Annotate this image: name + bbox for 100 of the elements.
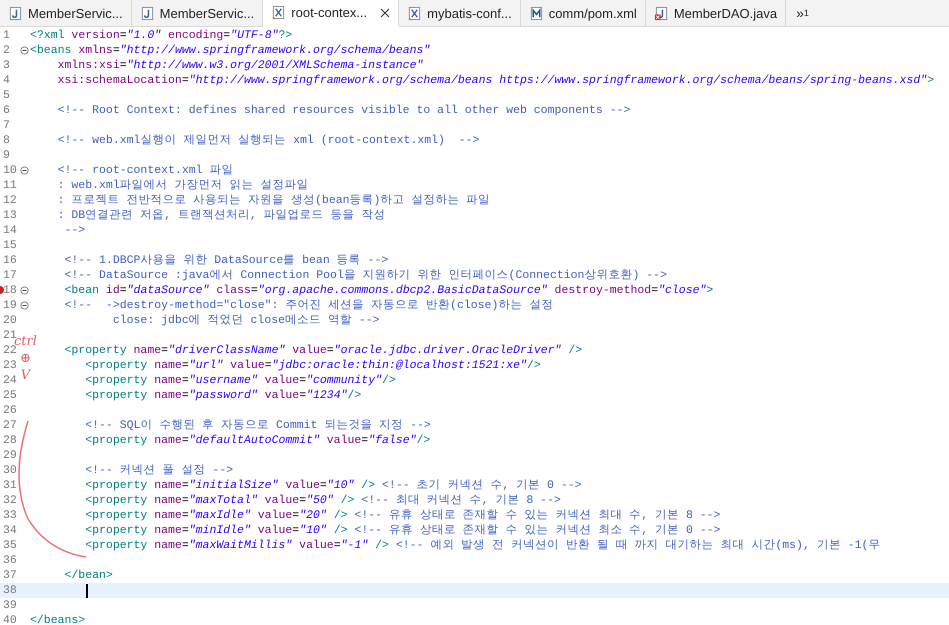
attribute-value: "maxWaitMillis" — [188, 538, 292, 553]
code-text: = — [264, 358, 272, 373]
line-number: 39 — [2, 598, 17, 613]
attribute-name: value — [291, 343, 327, 358]
attribute-value: "10" — [326, 478, 354, 493]
code-text: = — [182, 358, 189, 373]
code-text: = — [120, 283, 127, 298]
tab-label: comm/pom.xml — [548, 6, 637, 20]
code-comment: <!-- root-context.xml 파일 — [56, 163, 234, 178]
xml-tag: <property — [30, 388, 148, 403]
code-text: = — [112, 43, 120, 58]
line-number: 28 — [2, 433, 17, 448]
editor-tab[interactable]: root-contex... — [263, 0, 400, 27]
line-number: 7 — [2, 118, 10, 133]
code-comment: <!-- DataSource :java에서 Connection Pool을 지원하기 위한 인터페이스(Connection상위호환) --> — [64, 268, 667, 283]
tab-label: MemberDAO.java — [674, 6, 778, 20]
code-comment: <!-- 초기 커넥션 수, 기본 0 --> — [381, 478, 582, 493]
code-text: = — [651, 283, 658, 298]
code-comment: <!-- 커넥션 풀 설정 --> — [84, 463, 234, 478]
code-text: = — [299, 373, 306, 388]
line-number: 35 — [2, 538, 17, 553]
attribute-name: value — [264, 388, 300, 403]
xml-tag: /> — [348, 388, 362, 403]
line-number: 13 — [2, 208, 17, 223]
line-number: 36 — [2, 553, 17, 568]
attribute-value: "username" — [188, 373, 258, 388]
code-text: = — [334, 538, 341, 553]
attribute-name: xsi:schemaLocation — [56, 73, 182, 88]
attribute-value: "community" — [306, 373, 382, 388]
code-text: = — [182, 73, 189, 88]
attribute-name: value — [284, 478, 320, 493]
code-comment: <!-- SQL이 수행된 후 자동으로 Commit 되는것을 지정 --> — [84, 418, 431, 433]
code-text: = — [223, 28, 230, 43]
attribute-name: name — [153, 538, 182, 553]
xml-tag: <beans — [30, 43, 72, 58]
editor-tab[interactable]: MemberDAO.java — [646, 0, 786, 26]
code-comment: : web.xml파일에서 가장먼저 읽는 설정파일 — [56, 178, 308, 193]
attribute-value: "1.0" — [126, 28, 162, 43]
attribute-value: "-1" — [340, 538, 368, 553]
xml-tag: <property — [30, 493, 148, 508]
line-number: 38 — [2, 583, 17, 598]
line-number: 30 — [2, 463, 17, 478]
line-number: 17 — [2, 268, 17, 283]
xml-tag: /> — [326, 523, 348, 538]
line-number: 8 — [2, 133, 10, 148]
line-number: 34 — [2, 523, 17, 538]
attribute-name: value — [326, 433, 362, 448]
xml-tag: <property — [30, 373, 148, 388]
code-comment: <!-- web.xml실행이 제일먼저 실행되는 xml (root-context.xml) --> — [56, 133, 480, 148]
line-number: 2 — [2, 43, 10, 58]
editor-tab[interactable]: comm/pom.xml — [520, 0, 646, 26]
attribute-name: name — [153, 433, 182, 448]
attribute-name: xmlns — [77, 43, 113, 58]
xml-tag: <property — [30, 478, 148, 493]
attribute-value: "http://www.w3.org/2001/XMLSchema-instance" — [126, 58, 424, 73]
attribute-value: "UTF-8" — [230, 28, 278, 43]
attribute-value: "initialSize" — [188, 478, 278, 493]
code-comment: --> — [64, 223, 86, 238]
xml-tag: <property — [30, 538, 148, 553]
code-text: = — [182, 538, 189, 553]
code-text: = — [299, 493, 306, 508]
line-number: 23 — [2, 358, 17, 373]
line-number: 4 — [2, 73, 10, 88]
attribute-value: "minIdle" — [188, 523, 251, 538]
attribute-name: value — [229, 358, 265, 373]
code-comment: : 프로젝트 전반적으로 사용되는 자원을 생성(bean등록)하고 설정하는 파일 — [56, 193, 490, 208]
xml-tag: <property — [30, 508, 148, 523]
xml-tag: /> — [354, 478, 376, 493]
editor-tab[interactable]: MemberServic... — [0, 0, 132, 26]
fold-toggle-icon[interactable] — [20, 286, 29, 295]
code-text: = — [292, 523, 300, 538]
attribute-name: value — [298, 538, 334, 553]
xml-tag: ?> — [278, 28, 292, 43]
code-text: = — [326, 343, 334, 358]
attribute-value: "http://www.springframework.org/schema/beans https://www.springframework.org/schema/beans/spring-beans.xsd" — [188, 73, 928, 88]
attribute-name: name — [153, 493, 182, 508]
xml-tag: > — [927, 73, 934, 88]
close-icon[interactable] — [380, 8, 390, 18]
attribute-value: "false" — [368, 433, 417, 448]
attribute-name: name — [132, 343, 162, 358]
attribute-name: value — [256, 523, 292, 538]
attribute-name: name — [153, 373, 182, 388]
xml-tag: /> — [382, 373, 396, 388]
code-text: = — [299, 388, 306, 403]
line-number: 24 — [2, 373, 17, 388]
line-number: 3 — [2, 58, 10, 73]
attribute-value: "20" — [299, 508, 327, 523]
attribute-name: value — [256, 508, 292, 523]
fold-toggle-icon[interactable] — [20, 46, 29, 55]
attribute-value: "maxIdle" — [188, 508, 251, 523]
attribute-value: "url" — [188, 358, 224, 373]
code-comment: <!-- 1.DBCP사용을 위한 DataSource를 bean 등록 --> — [64, 253, 388, 268]
fold-toggle-icon[interactable] — [20, 166, 29, 175]
fold-toggle-icon[interactable] — [20, 301, 29, 310]
editor-tab[interactable]: mybatis-conf... — [399, 0, 521, 26]
xml-tag: <property — [30, 523, 148, 538]
tab-label: MemberServic... — [160, 6, 254, 20]
xml-tag: /> — [561, 343, 582, 358]
code-text: = — [250, 283, 258, 298]
line-number: 12 — [2, 193, 17, 208]
